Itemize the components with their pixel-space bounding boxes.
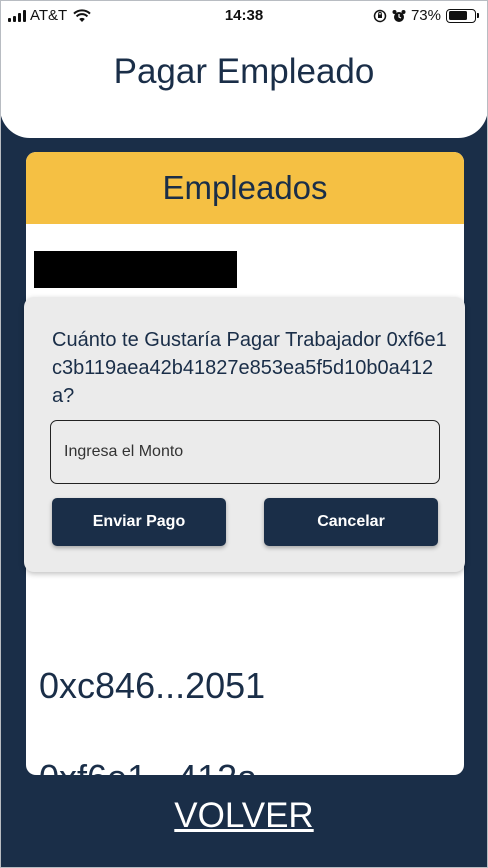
payment-dialog: Cuánto te Gustaría Pagar Trabajador 0xf6… xyxy=(24,297,465,572)
header: AT&T 14:38 73% Pagar Empleado xyxy=(0,0,488,138)
cancel-button[interactable]: Cancelar xyxy=(264,498,438,546)
orientation-lock-icon xyxy=(373,9,387,22)
battery-percent: 73% xyxy=(410,7,441,24)
employee-item[interactable]: 0xf6e1...412a xyxy=(39,757,257,775)
status-bar: AT&T 14:38 73% xyxy=(0,0,488,32)
amount-input[interactable] xyxy=(50,420,440,484)
back-link[interactable]: VOLVER xyxy=(0,796,488,836)
battery-icon xyxy=(446,8,479,23)
redacted-block xyxy=(34,251,237,288)
employees-heading: Empleados xyxy=(26,152,464,224)
alarm-icon xyxy=(392,9,406,22)
payment-question: Cuánto te Gustaría Pagar Trabajador 0xf6… xyxy=(52,329,447,407)
send-payment-button[interactable]: Enviar Pago xyxy=(52,498,226,546)
page-title: Pagar Empleado xyxy=(113,52,375,91)
employee-item[interactable]: 0xc846...2051 xyxy=(39,665,265,707)
